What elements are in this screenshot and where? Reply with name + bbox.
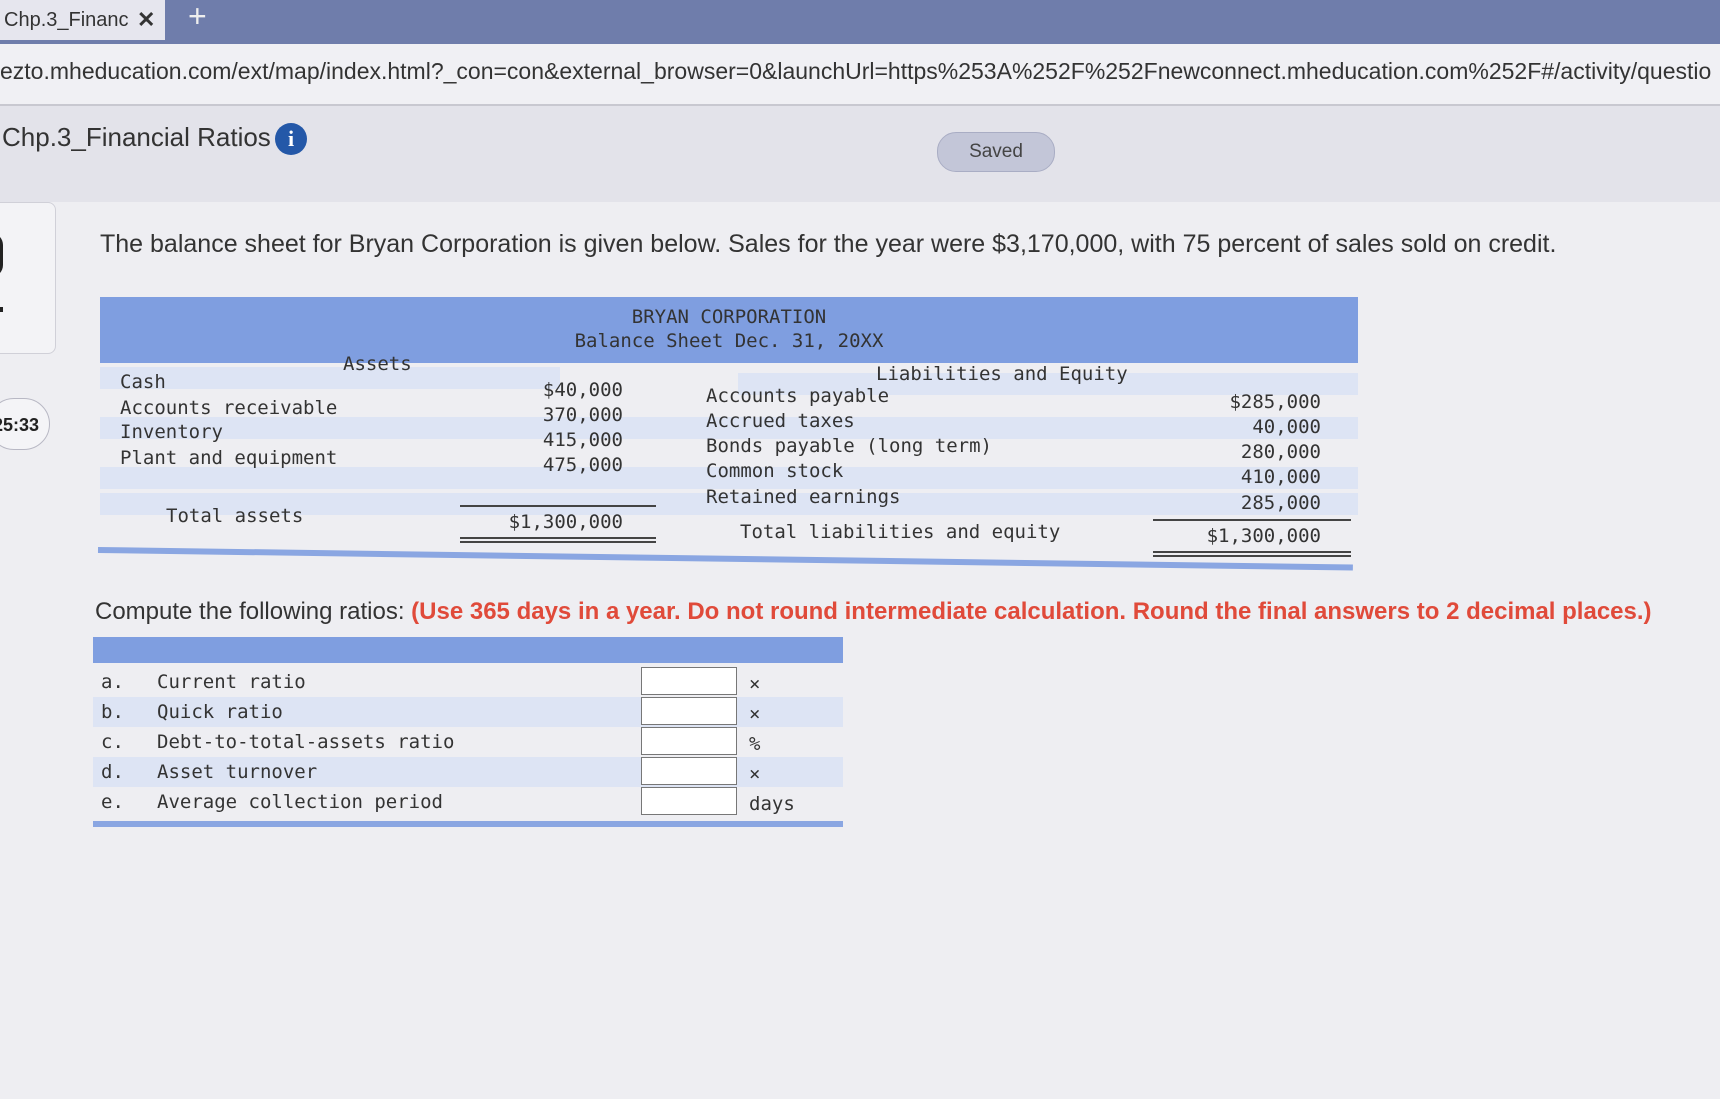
current-ratio-input[interactable]: [641, 667, 737, 695]
instruction-emphasis: (Use 365 days in a year. Do not round in…: [411, 598, 1652, 625]
debt-to-total-assets-input[interactable]: [641, 727, 737, 755]
liabilities-header: Liabilities and Equity: [876, 363, 1128, 385]
asset-turnover-input[interactable]: [641, 757, 737, 785]
liability-label: Retained earnings: [706, 486, 901, 508]
asset-value: $40,000: [542, 379, 623, 401]
ratio-label: Current ratio: [157, 671, 306, 693]
row-letter: a.: [101, 671, 124, 693]
table-row: a. Current ratio ×: [93, 667, 843, 697]
liability-value: 285,000: [1240, 492, 1321, 514]
asset-label: Plant and equipment: [120, 447, 338, 469]
close-icon[interactable]: ✕: [137, 7, 155, 33]
dash-icon: [0, 307, 3, 312]
answer-table-bottom-bar: [93, 821, 843, 827]
url-text[interactable]: ezto.mheducation.com/ext/map/index.html?…: [0, 58, 1711, 85]
liability-value: 410,000: [1240, 466, 1321, 488]
balance-sheet-header: BRYAN CORPORATION Balance Sheet Dec. 31,…: [100, 297, 1358, 363]
row-letter: c.: [101, 731, 124, 753]
new-tab-icon[interactable]: +: [188, 0, 207, 35]
total-double-line: [460, 537, 656, 539]
unit-label: %: [749, 733, 761, 755]
instruction-text: Compute the following ratios: (Use 365 d…: [95, 597, 1655, 627]
unit-label: days: [749, 793, 795, 815]
total-le-value: $1,300,000: [1206, 525, 1321, 547]
total-double-line: [1153, 555, 1351, 557]
total-assets-value: $1,300,000: [508, 511, 623, 533]
asset-value: 475,000: [542, 454, 623, 476]
asset-label: Inventory: [120, 421, 223, 443]
table-row: d. Asset turnover ×: [93, 757, 843, 787]
table-row: c. Debt-to-total-assets ratio %: [93, 727, 843, 757]
company-name: BRYAN CORPORATION: [631, 306, 827, 328]
asset-value: 370,000: [542, 404, 623, 426]
row-letter: d.: [101, 761, 124, 783]
ratio-label: Asset turnover: [157, 761, 318, 783]
liability-label: Bonds payable (long term): [706, 435, 992, 457]
liability-value: 40,000: [1252, 416, 1321, 438]
ratio-label: Average collection period: [157, 791, 443, 813]
total-double-line: [460, 541, 656, 543]
unit-label: ×: [749, 703, 761, 725]
balance-sheet-subtitle: Balance Sheet Dec. 31, 20XX: [574, 330, 884, 352]
subtotal-line: [460, 505, 656, 507]
tab-title: Chp.3_Financ: [4, 8, 129, 31]
liability-label: Common stock: [706, 460, 844, 482]
asset-label: Cash: [120, 371, 166, 393]
assets-header: Assets: [343, 353, 412, 375]
info-icon[interactable]: i: [275, 123, 307, 155]
question-prompt: The balance sheet for Bryan Corporation …: [100, 230, 1557, 258]
asset-label: Accounts receivable: [120, 397, 338, 419]
browser-tab[interactable]: Chp.3_Financ ✕: [0, 0, 165, 40]
assignment-title: Chp.3_Financial Ratios: [2, 122, 271, 152]
average-collection-period-input[interactable]: [641, 787, 737, 815]
ratio-label: Debt-to-total-assets ratio: [157, 731, 455, 753]
unit-label: ×: [749, 673, 761, 695]
question-area: 25:33 The balance sheet for Bryan Corpor…: [0, 202, 1720, 1099]
instruction-plain: Compute the following ratios:: [95, 598, 412, 625]
liability-value: $285,000: [1229, 391, 1321, 413]
liability-label: Accounts payable: [706, 385, 890, 407]
progress-knob[interactable]: [0, 233, 3, 277]
address-bar[interactable]: ezto.mheducation.com/ext/map/index.html?…: [0, 44, 1720, 106]
browser-tab-strip: Chp.3_Financ ✕ +: [0, 0, 1720, 44]
unit-label: ×: [749, 763, 761, 785]
liability-label: Accrued taxes: [706, 410, 855, 432]
table-row: e. Average collection period days: [93, 787, 843, 817]
row-letter: e.: [101, 791, 124, 813]
ratio-label: Quick ratio: [157, 701, 283, 723]
total-double-line: [1153, 551, 1351, 553]
assignment-header: Chp.3_Financial Ratios i Saved: [0, 106, 1720, 202]
total-assets-label: Total assets: [166, 505, 304, 527]
answer-table-header: [93, 637, 843, 663]
liability-value: 280,000: [1240, 441, 1321, 463]
asset-value: 415,000: [542, 429, 623, 451]
quick-ratio-input[interactable]: [641, 697, 737, 725]
side-panel-card[interactable]: [0, 202, 56, 354]
row-letter: b.: [101, 701, 124, 723]
total-le-label: Total liabilities and equity: [740, 521, 1061, 543]
table-row: b. Quick ratio ×: [93, 697, 843, 727]
saved-status-button[interactable]: Saved: [937, 132, 1055, 172]
subtotal-line: [1153, 519, 1351, 521]
timer-badge: 25:33: [0, 398, 50, 450]
table-band: [100, 367, 560, 389]
